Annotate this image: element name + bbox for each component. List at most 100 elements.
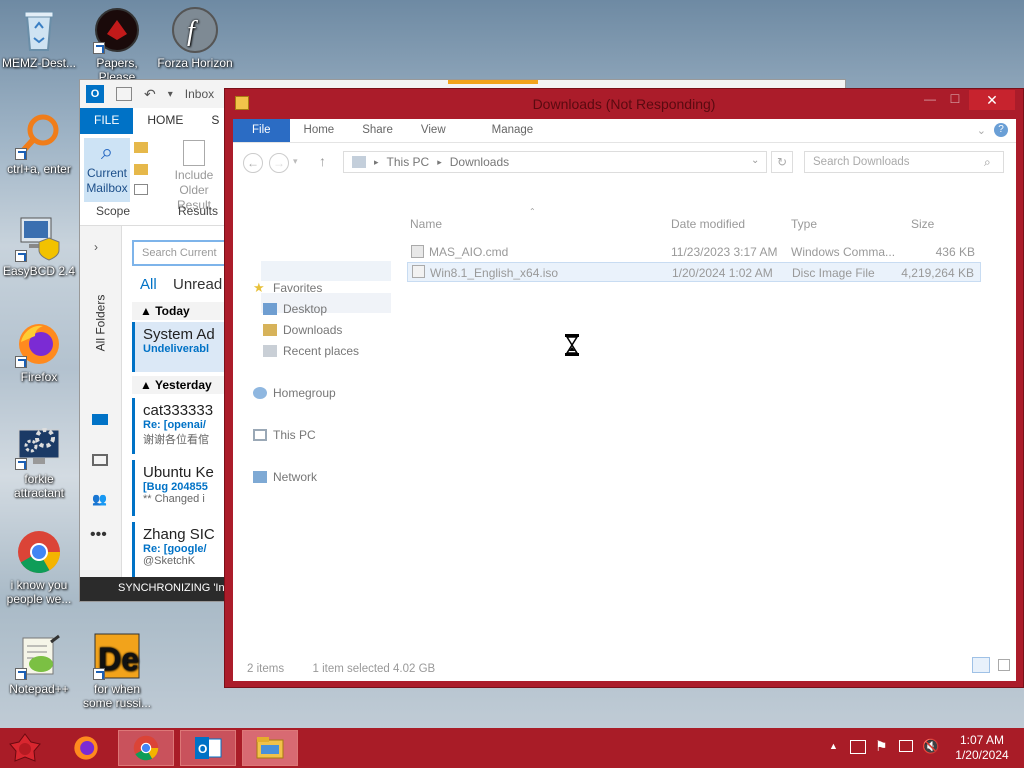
start-button[interactable] [8, 732, 42, 764]
desktop-icon-de[interactable]: De for when some russi... [78, 632, 156, 710]
search-current-mailbox-input[interactable]: Search Current [132, 240, 226, 266]
desktop-icon-easybcd[interactable]: EasyBCD 2.4 [0, 214, 78, 278]
tab-share[interactable]: Share [348, 119, 407, 142]
desktop-icon-label: Notepad++ [9, 682, 69, 696]
selection-info: 1 item selected 4.02 GB [312, 663, 436, 675]
notepad-plus-plus-icon [15, 632, 63, 680]
display-tray-icon[interactable] [899, 740, 913, 752]
tab-file[interactable]: File [233, 119, 290, 142]
forward-button[interactable]: → [269, 153, 289, 173]
file-date: 1/20/2024 1:02 AM [672, 266, 773, 280]
more-icon[interactable]: ••• [90, 526, 107, 544]
column-header-type[interactable]: Type [791, 217, 817, 231]
recent-dropdown-icon[interactable]: ▾ [293, 156, 298, 167]
desktop-icon-firefox[interactable]: Firefox [0, 320, 78, 384]
desktop-icon-papers-please[interactable]: Papers, Please [78, 6, 156, 84]
tab-manage[interactable]: Manage [478, 119, 548, 142]
nav-recent-places[interactable]: Recent places [263, 344, 359, 358]
column-header-size[interactable]: Size [911, 217, 934, 231]
large-icons-view-icon[interactable] [998, 659, 1010, 671]
desktop-icon-notepadpp[interactable]: Notepad++ [0, 632, 78, 696]
details-view-icon[interactable] [972, 657, 990, 673]
clock[interactable]: 1:07 AM 1/20/2024 [954, 733, 1010, 763]
explorer-ribbon-tabs: File Home Share View Manage [233, 119, 1016, 143]
address-dropdown-icon[interactable]: ⌄ [751, 155, 759, 166]
file-size: 4,219,264 KB [901, 266, 974, 280]
tab-home[interactable]: Home [290, 119, 349, 142]
explorer-titlebar[interactable]: Downloads (Not Responding) — ☐ ✕ [225, 89, 1023, 119]
all-folders-label[interactable]: All Folders [93, 295, 107, 352]
column-header-date[interactable]: Date modified [671, 217, 745, 231]
star-icon: ★ [253, 280, 265, 295]
tab-view[interactable]: View [407, 119, 460, 142]
nav-homegroup[interactable]: Homegroup [253, 386, 336, 400]
message-item[interactable]: System Ad Undeliverabl [132, 322, 226, 372]
send-receive-icon[interactable] [116, 87, 132, 101]
maximize-button[interactable]: ☐ [943, 89, 967, 109]
show-hidden-icons[interactable]: ▲ [829, 741, 838, 751]
undo-icon[interactable]: ↶ [144, 86, 156, 103]
message-item[interactable]: cat333333 Re: [openai/ 谢谢各位看倌 [132, 398, 226, 454]
firefox-icon [15, 320, 63, 368]
clock-time: 1:07 AM [959, 733, 1005, 747]
magnifier-icon: ⌕ [100, 139, 114, 164]
taskbar-outlook[interactable]: O [180, 730, 236, 766]
expand-ribbon-icon[interactable]: ⌄ [977, 124, 986, 137]
message-item[interactable]: Zhang SIC Re: [google/ @SketchK [132, 522, 226, 578]
expand-chevron-icon[interactable]: › [94, 240, 98, 254]
address-bar[interactable]: ▸ This PC ▸ Downloads [343, 151, 767, 173]
group-yesterday[interactable]: ▲ Yesterday [132, 376, 226, 394]
cmd-file-icon [411, 245, 424, 258]
outlook-tab-home[interactable]: HOME [133, 108, 197, 134]
group-today[interactable]: ▲ Today [132, 302, 226, 320]
include-older-results-button[interactable]: Include Older Result [164, 138, 224, 212]
minimize-button[interactable]: — [917, 89, 943, 109]
nav-desktop[interactable]: Desktop [263, 302, 327, 316]
network-icon [253, 471, 267, 483]
taskbar: O ▲ ⚑ 🔇 1:07 AM 1/20/2024 [0, 728, 1024, 768]
message-item[interactable]: Ubuntu Ke [Bug 204855 ** Changed i [132, 460, 226, 516]
desktop-icon-ctrl-a[interactable]: ctrl+a, enter [0, 112, 78, 176]
folder-icon [134, 142, 148, 153]
refresh-icon[interactable]: ↻ [771, 151, 793, 173]
up-button[interactable]: ↑ [319, 153, 326, 169]
file-type: Windows Comma... [791, 245, 896, 259]
calendar-icon[interactable] [92, 454, 108, 466]
nav-downloads[interactable]: Downloads [263, 323, 342, 337]
dropdown-icon[interactable]: ▾ [168, 89, 173, 100]
breadcrumb-downloads[interactable]: Downloads [450, 155, 509, 169]
file-row[interactable]: Win8.1_English_x64.iso 1/20/2024 1:02 AM… [407, 262, 981, 282]
outlook-message-list: Search Current All Unread ▲ Today System… [122, 226, 226, 579]
search-input[interactable]: Search Downloads [804, 151, 1004, 173]
back-button[interactable]: ← [243, 153, 263, 173]
desktop-icon-chrome[interactable]: i know you people we... [0, 528, 78, 606]
filter-all[interactable]: All [140, 276, 157, 293]
action-center-flag-icon[interactable]: ⚑ [875, 738, 888, 755]
filter-unread[interactable]: Unread [173, 276, 222, 293]
explorer-window[interactable]: Downloads (Not Responding) — ☐ ✕ File Ho… [224, 88, 1024, 688]
desktop-icon-memz[interactable]: MEMZ-Dest... [0, 6, 78, 70]
file-row[interactable]: MAS_AIO.cmd 11/23/2023 3:17 AM Windows C… [407, 242, 981, 262]
taskbar-firefox[interactable] [58, 730, 114, 766]
close-button[interactable]: ✕ [969, 90, 1015, 110]
people-icon[interactable]: 👥 [92, 492, 107, 506]
taskbar-file-explorer[interactable] [242, 730, 298, 766]
taskbar-chrome[interactable] [118, 730, 174, 766]
nav-network[interactable]: Network [253, 470, 317, 484]
desktop-icon [263, 303, 277, 315]
easybcd-icon [15, 214, 63, 262]
nav-this-pc[interactable]: This PC [253, 428, 316, 442]
desktop-icon-forza[interactable]: f Forza Horizon [156, 6, 234, 70]
help-icon[interactable]: ? [994, 123, 1008, 137]
nav-favorites[interactable]: ★ Favorites [253, 281, 322, 295]
current-mailbox-button[interactable]: ⌕ Current Mailbox [84, 138, 130, 202]
outlook-tab-file[interactable]: FILE [80, 108, 134, 134]
hourglass-cursor-icon [565, 334, 579, 356]
mail-icon[interactable] [92, 414, 108, 425]
breadcrumb-this-pc[interactable]: This PC [387, 155, 430, 169]
volume-muted-icon[interactable]: 🔇 [922, 738, 939, 755]
desktop-icon-forkie[interactable]: forkie attractant [0, 422, 78, 500]
network-tray-icon[interactable] [850, 740, 866, 754]
column-header-name[interactable]: Name [410, 217, 442, 231]
document-icon [183, 140, 205, 166]
